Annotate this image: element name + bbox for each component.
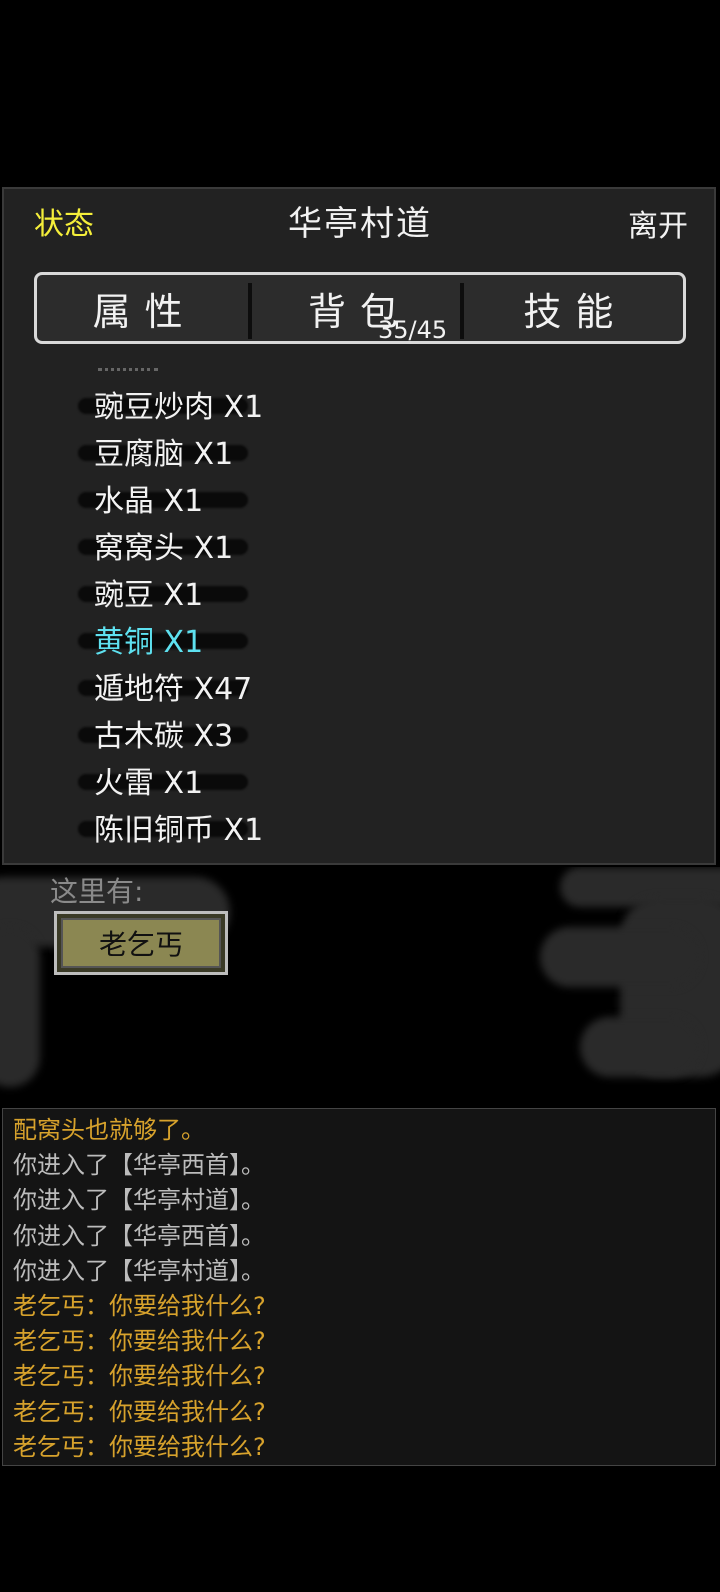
log-line: 你进入了【华亭西首】。: [13, 1151, 265, 1180]
item-label: 黄铜 X1: [94, 625, 204, 660]
scroll-hint: [98, 368, 158, 376]
item-label: 豌豆 X1: [94, 578, 204, 613]
log-line: 老乞丐：你要给我什么?: [13, 1327, 266, 1356]
tab-bar: 属性 背包 技能: [34, 272, 686, 344]
here-label: 这里有:: [50, 875, 144, 908]
npc-label: 老乞丐: [61, 918, 221, 968]
item-label: 水晶 X1: [94, 484, 204, 519]
tab-attributes[interactable]: 属性: [37, 275, 252, 341]
item-label: 火雷 X1: [94, 766, 204, 801]
log-line: 你进入了【华亭村道】。: [13, 1186, 265, 1215]
log-line: 你进入了【华亭村道】。: [13, 1256, 265, 1285]
log-line: 老乞丐：你要给我什么?: [13, 1397, 266, 1426]
item-label: 陈旧铜币 X1: [94, 813, 264, 848]
tab-skills[interactable]: 技能: [468, 275, 683, 341]
log-line: 老乞丐：你要给我什么?: [13, 1362, 266, 1391]
message-log: 配窝头也就够了。你进入了【华亭西首】。 你进入了【华亭村道】。 你进入了【华亭西首】…: [2, 1108, 716, 1466]
location-title: 华亭村道: [288, 204, 432, 244]
log-line: 老乞丐：你要给我什么?: [13, 1432, 266, 1461]
tab-divider: [248, 283, 252, 339]
item-label: 豆腐脑 X1: [94, 437, 234, 472]
leave-button[interactable]: 离开: [628, 201, 688, 245]
log-line: 老乞丐：你要给我什么?: [13, 1291, 266, 1320]
log-line: 你进入了【华亭西首】。: [13, 1221, 265, 1250]
log-line: 配窝头也就够了。: [13, 1116, 205, 1144]
item-label: 窝窝头 X1: [94, 531, 234, 566]
item-label: 豌豆炒肉 X1: [94, 390, 264, 425]
npc-button-old-beggar[interactable]: 老乞丐: [54, 911, 228, 975]
tab-divider: [460, 283, 464, 339]
backpack-count: 35/45: [378, 316, 448, 344]
item-label: 古木碳 X3: [94, 719, 234, 754]
item-label: 遁地符 X47: [94, 672, 253, 707]
